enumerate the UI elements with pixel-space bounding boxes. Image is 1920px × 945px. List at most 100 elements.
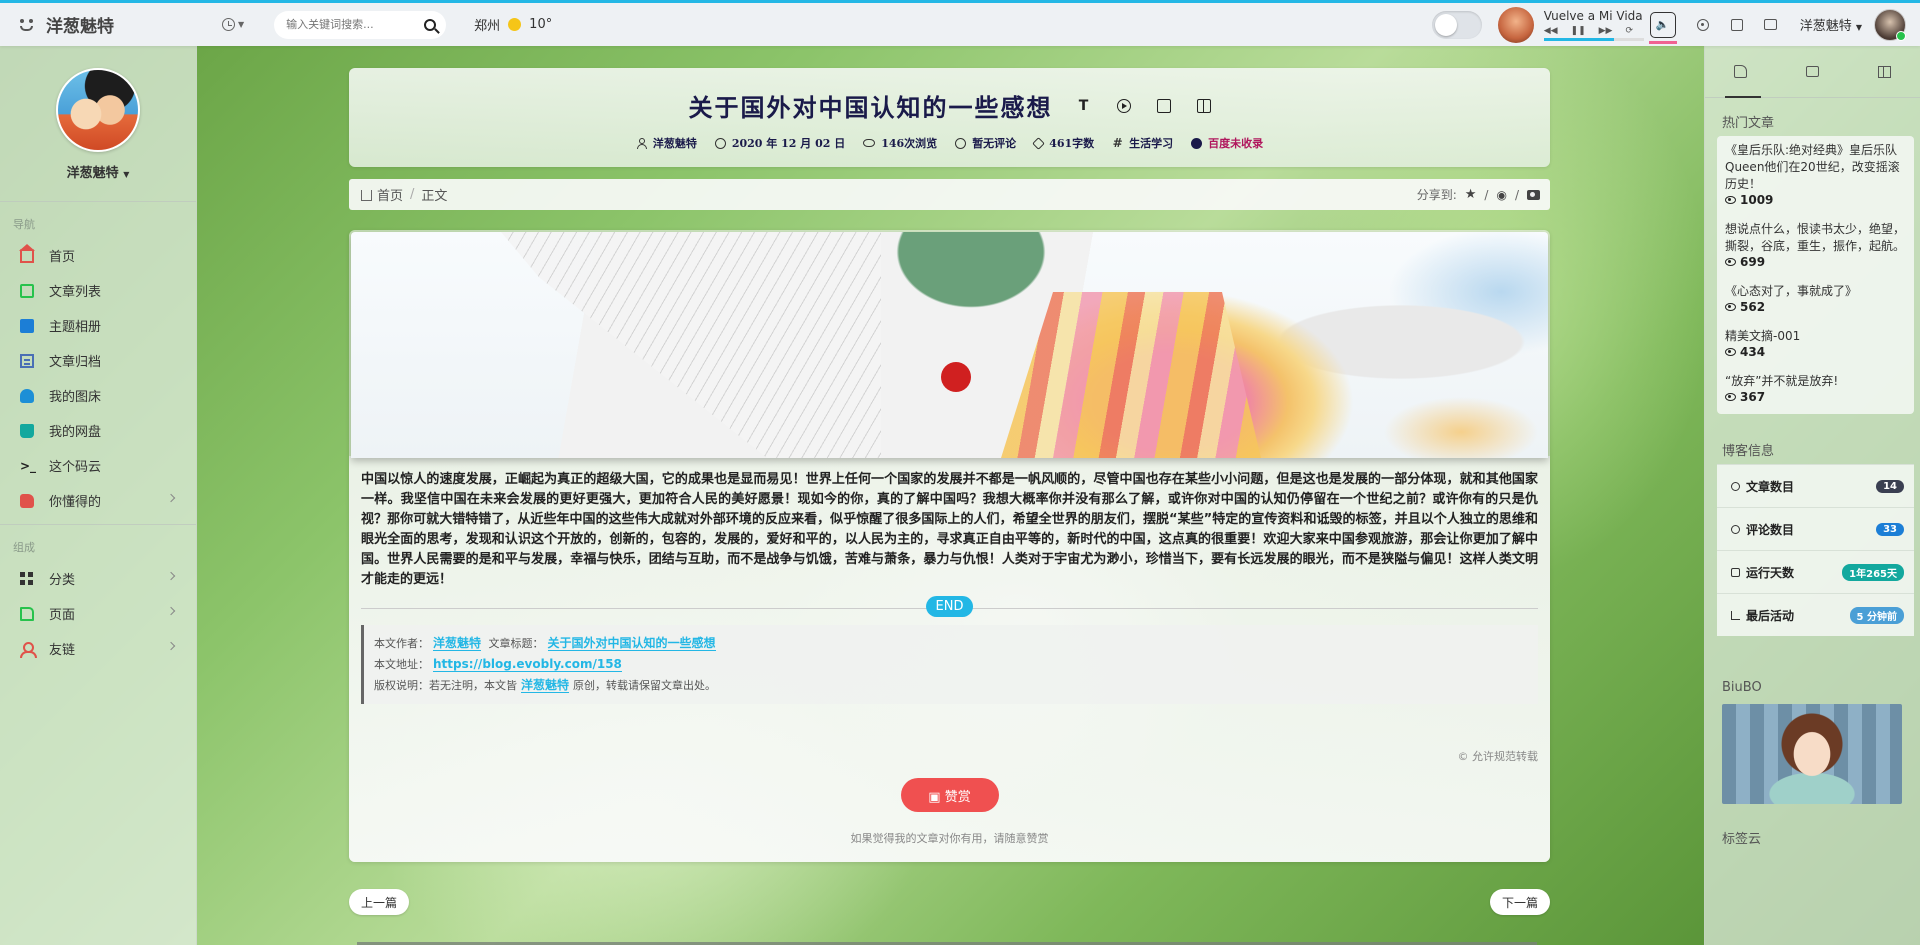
message-button[interactable] — [1764, 18, 1778, 32]
sidebar-item-imagebed[interactable]: 我的图床 — [0, 378, 196, 413]
hot-articles-title: 热门文章 — [1722, 116, 1775, 131]
edit-icon — [1730, 18, 1743, 31]
sidebar-item-netdisk[interactable]: 我的网盘 — [0, 413, 196, 448]
chevron-right-icon — [166, 641, 176, 651]
copyright-license-tail: 原创，转载请保留文章出处。 — [573, 679, 717, 692]
weibo-icon[interactable]: ◉ — [1496, 188, 1506, 202]
profile-avatar[interactable] — [56, 68, 140, 152]
repeat-icon[interactable]: ⟳ — [1625, 26, 1633, 36]
meta-baidu[interactable]: 百度未收录 — [1191, 135, 1263, 151]
edit-icon[interactable] — [1156, 98, 1171, 113]
search-input[interactable] — [286, 18, 425, 31]
sidebar-item-category[interactable]: 分类 — [0, 561, 196, 596]
eye-icon — [863, 139, 876, 147]
prev-track-icon[interactable]: ◀◀ — [1544, 26, 1558, 36]
biubo-anime-image[interactable] — [1722, 704, 1902, 804]
write-button[interactable] — [1730, 18, 1744, 32]
ring-icon — [1696, 18, 1709, 31]
user-dropdown[interactable]: 洋葱魅特 ▼ — [1800, 15, 1862, 34]
tab-comments[interactable] — [1777, 46, 1849, 97]
brand[interactable]: 洋葱魅特 — [0, 12, 200, 37]
sidebar-item-gitee[interactable]: >_ 这个码云 — [0, 448, 196, 483]
reward-tip: 如果觉得我的文章对你有用，请随意赞赏 — [850, 832, 1049, 845]
meta-date: 2020 年 12 月 02 日 — [714, 135, 845, 151]
sidebar-item-pages[interactable]: 页面 — [0, 596, 196, 631]
hot-article-title[interactable]: 精美文摘-001 — [1725, 328, 1906, 345]
sidebar-item-articles[interactable]: 文章列表 — [0, 273, 196, 308]
hot-article-title[interactable]: 《皇后乐队:绝对经典》皇后乐队Queen他们在20世纪，改变摇滚历史！ — [1725, 142, 1906, 193]
list-item[interactable]: 《心态对了，事就成了》 562 — [1725, 283, 1906, 314]
camera-icon[interactable] — [1527, 189, 1540, 200]
sidebar-item-label: 首页 — [49, 250, 76, 265]
breadcrumb-home[interactable]: 首页 — [377, 185, 403, 204]
post-meta: 洋葱魅特 2020 年 12 月 02 日 146次浏览 暂无评论 461字数 … — [349, 135, 1550, 151]
hot-article-views: 699 — [1725, 255, 1906, 269]
biubo-title: BiuBO — [1722, 680, 1762, 695]
gift-icon — [1877, 65, 1891, 78]
sidebar-item-friends[interactable]: 友链 — [0, 631, 196, 666]
list-item[interactable]: 《皇后乐队:绝对经典》皇后乐队Queen他们在20世纪，改变摇滚历史！ 1009 — [1725, 142, 1906, 207]
breadcrumb: 首页 / 正文 分享到: ★ / ◉ / — [349, 179, 1550, 210]
hot-article-title[interactable]: 《心态对了，事就成了》 — [1725, 283, 1906, 300]
settings-ring-button[interactable] — [1696, 18, 1710, 32]
sidebar-item-label: 我的图床 — [49, 390, 102, 405]
pause-icon[interactable]: ❚❚ — [1571, 26, 1586, 36]
copyright-title-link[interactable]: 关于国外对中国认知的一些感想 — [547, 636, 716, 651]
weather-widget: 郑州 10° — [474, 15, 552, 34]
list-item[interactable]: 想说点什么，恨读书太少，绝望，撕裂，谷底，重生，振作，起航。 699 — [1725, 221, 1906, 269]
globe-icon — [1191, 137, 1203, 149]
sidebar-item-album[interactable]: 主题相册 — [0, 308, 196, 343]
sidebar-item-label: 页面 — [49, 608, 76, 623]
smile-logo-icon — [18, 16, 36, 34]
article-body: 中国以惊人的速度发展，正崛起为真正的超级大国，它的成果也是显而易见！世界上任何一… — [349, 460, 1550, 846]
copyright-license-author-link[interactable]: 洋葱魅特 — [521, 678, 570, 693]
qzone-star-icon[interactable]: ★ — [1465, 187, 1477, 202]
next-track-icon[interactable]: ▶▶ — [1599, 26, 1613, 36]
search-icon[interactable] — [424, 18, 437, 31]
play-circle-icon[interactable] — [1116, 98, 1131, 113]
meta-comments-text: 暂无评论 — [972, 137, 1017, 150]
copyright-author-link[interactable]: 洋葱魅特 — [433, 636, 482, 651]
main-content: 关于国外对中国认知的一些感想 T 洋葱魅特 2020 年 12 月 02 日 1… — [197, 46, 1704, 945]
hot-article-title[interactable]: “放弃”并不就是放弃! — [1725, 373, 1906, 390]
volume-button[interactable]: 🔈 — [1648, 11, 1677, 44]
profile-name-dropdown[interactable]: 洋葱魅特 ▼ — [0, 162, 196, 181]
copyright-url-label: 本文地址： — [374, 658, 429, 671]
list-item[interactable]: “放弃”并不就是放弃! 367 — [1725, 373, 1906, 404]
meta-baidu-text: 百度未收录 — [1208, 137, 1264, 150]
clock-dropdown[interactable]: ▼ — [222, 18, 244, 31]
activity-icon — [1731, 610, 1740, 620]
prev-post-button[interactable]: 上一篇 — [349, 889, 410, 915]
music-title: Vuelve a Mi Vida — [1543, 8, 1643, 23]
tab-hot[interactable] — [1705, 46, 1777, 98]
reward-button[interactable]: ▣ 赞赏 — [900, 778, 999, 812]
meta-category[interactable]: # 生活学习 — [1112, 135, 1174, 151]
hero-image — [351, 232, 1548, 458]
list-item[interactable]: 精美文摘-001 434 — [1725, 328, 1906, 359]
sidebar-item-home[interactable]: 首页 — [0, 238, 196, 273]
copyright-title-label: 文章标题： — [488, 637, 544, 650]
post-title: 关于国外对中国认知的一些感想 — [688, 93, 1053, 122]
info-label: 运行天数 — [1746, 565, 1795, 580]
music-progress-bar[interactable] — [1543, 37, 1644, 41]
license-note: © 允许规范转载 — [1457, 750, 1539, 763]
sidebar-item-secret[interactable]: 你懂得的 — [0, 483, 196, 518]
user-icon — [20, 641, 37, 658]
copyright-url-link[interactable]: https://blog.evobly.com/158 — [433, 657, 622, 672]
nav-group-label: 导航 — [13, 218, 35, 231]
caret-down-icon: ▼ — [238, 20, 245, 29]
weather-temp: 10° — [529, 17, 553, 32]
music-cover[interactable] — [1497, 6, 1534, 43]
tab-gift[interactable] — [1848, 46, 1920, 97]
meta-comments[interactable]: 暂无评论 — [955, 135, 1016, 151]
meta-author[interactable]: 洋葱魅特 — [636, 135, 697, 151]
user-avatar[interactable] — [1874, 8, 1906, 41]
hot-article-title[interactable]: 想说点什么，恨读书太少，绝望，撕裂，谷底，重生，振作，起航。 — [1725, 221, 1906, 255]
font-size-icon[interactable]: T — [1077, 99, 1091, 113]
next-post-button[interactable]: 下一篇 — [1490, 889, 1551, 915]
brand-name: 洋葱魅特 — [46, 17, 114, 37]
meta-views: 146次浏览 — [863, 135, 937, 151]
sidebar-item-archive[interactable]: 文章归档 — [0, 343, 196, 378]
book-icon[interactable] — [1196, 98, 1211, 113]
theme-toggle[interactable] — [1431, 10, 1482, 39]
